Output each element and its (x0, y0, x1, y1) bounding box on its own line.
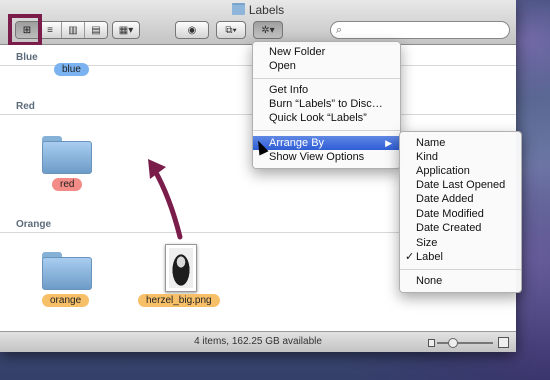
file-label-herzel[interactable]: herzel_big.png (138, 294, 220, 307)
arrange-by-label: Arrange By (269, 137, 325, 149)
small-icon-size-icon (428, 339, 435, 347)
menu-item-burn[interactable]: Burn “Labels” to Disc… (253, 97, 400, 111)
large-icon-size-icon (498, 337, 509, 348)
menu-item-open[interactable]: Open (253, 59, 400, 73)
arrange-item-date-last-opened[interactable]: Date Last Opened (400, 178, 521, 192)
file-label-blue[interactable]: blue (54, 63, 89, 76)
arrange-item-size[interactable]: Size (400, 236, 521, 250)
menu-separator (253, 130, 400, 131)
search-field[interactable]: ⌕ (330, 21, 510, 39)
icon-size-slider[interactable] (437, 338, 493, 348)
action-menu: New Folder Open Get Info Burn “Labels” t… (252, 41, 401, 169)
folder-icon[interactable] (42, 136, 92, 174)
action-button[interactable]: ✲▾ (253, 21, 283, 39)
arrange-item-date-created[interactable]: Date Created (400, 221, 521, 235)
group-title-red: Red (16, 101, 35, 112)
window-title-text: Labels (248, 3, 285, 17)
arrange-item-application[interactable]: Application (400, 164, 521, 178)
arrange-by-submenu: Name Kind Application Date Last Opened D… (399, 131, 522, 293)
share-button[interactable]: ⧉▾ (216, 21, 246, 39)
menu-separator (400, 269, 521, 270)
folder-icon[interactable] (42, 252, 92, 290)
coverflow-view-button[interactable]: ▤ (85, 22, 107, 38)
window-title: Labels (0, 3, 516, 17)
list-view-button[interactable]: ≡ (39, 22, 62, 38)
arrange-button[interactable]: ▦▾ (112, 21, 140, 39)
group-title-blue: Blue (16, 52, 38, 63)
slider-knob[interactable] (448, 338, 458, 348)
menu-separator (253, 78, 400, 79)
arrange-item-label[interactable]: ✓ Label (400, 250, 521, 264)
quick-look-button[interactable]: ◉ (175, 21, 209, 39)
search-icon: ⌕ (336, 24, 343, 36)
arrange-item-kind[interactable]: Kind (400, 150, 521, 164)
file-label-orange[interactable]: orange (42, 294, 90, 307)
annotation-arrow (148, 159, 183, 240)
column-view-button[interactable]: ▥ (62, 22, 85, 38)
arrange-item-name[interactable]: Name (400, 136, 521, 150)
group-title-orange: Orange (16, 219, 52, 230)
arrange-item-none[interactable]: None (400, 274, 521, 288)
arrange-item-label-text: Label (416, 251, 443, 263)
checkmark-icon: ✓ (405, 251, 415, 263)
submenu-arrow-icon: ▶ (385, 138, 392, 148)
menu-item-new-folder[interactable]: New Folder (253, 45, 400, 59)
menu-item-get-info[interactable]: Get Info (253, 83, 400, 97)
menu-item-arrange-by[interactable]: Arrange By ▶ (253, 136, 400, 150)
arrange-item-date-added[interactable]: Date Added (400, 192, 521, 206)
folder-icon (231, 3, 245, 15)
menu-item-show-view-options[interactable]: Show View Options (253, 150, 400, 164)
menu-item-quick-look[interactable]: Quick Look “Labels” (253, 111, 400, 125)
arrange-item-date-modified[interactable]: Date Modified (400, 207, 521, 221)
toolbar: Labels ⊞ ≡ ▥ ▤ ▦▾ ◉ ⧉▾ ✲▾ ⌕ (0, 0, 516, 46)
annotation-highlight-box (8, 14, 42, 46)
image-thumbnail[interactable] (165, 244, 197, 292)
file-label-red[interactable]: red (52, 178, 83, 191)
status-bar: 4 items, 162.25 GB available (0, 331, 516, 352)
